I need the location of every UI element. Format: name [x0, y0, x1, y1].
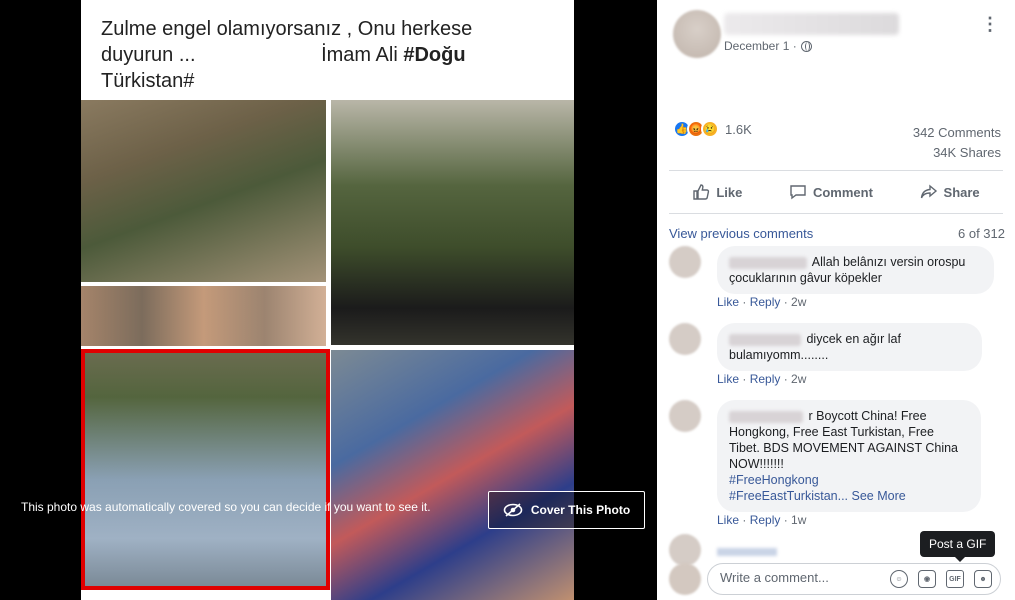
share-button[interactable]: Share	[920, 183, 980, 201]
comment-text: çocuklarının gâvur köpekler	[729, 271, 882, 285]
post-sidebar: December 1 · ⋮ 👍 😡 😢 1.6K 342 Comments 3…	[657, 0, 1015, 600]
gif-icon[interactable]: GIF	[946, 570, 964, 588]
comment-time: 2w	[791, 295, 807, 309]
cover-photo-label: Cover This Photo	[530, 503, 631, 517]
comment-like-link[interactable]: Like	[717, 295, 739, 309]
commenter-name[interactable]	[729, 333, 801, 346]
comment-bubble: diycek en ağır laf bulamıyomm........	[717, 323, 982, 371]
cover-caption: This photo was automatically covered so …	[21, 500, 431, 514]
comment-text: Tibet. BDS MOVEMENT AGAINST China	[729, 441, 959, 455]
view-previous-comments[interactable]: View previous comments	[669, 226, 813, 241]
comment-reply-link[interactable]: Reply	[750, 295, 781, 309]
comment-composer: ☺ ◉ GIF ☻	[707, 563, 1001, 595]
photo-hashtag: #Doğu	[403, 44, 466, 66]
comment-reply-link[interactable]: Reply	[750, 372, 781, 386]
sticker-icon[interactable]: ☻	[974, 570, 992, 588]
comment-text: NOW!!!!!!!	[729, 457, 784, 471]
comment-label: Comment	[812, 184, 873, 200]
like-label: Like	[716, 184, 743, 200]
commenter-avatar[interactable]	[669, 246, 701, 278]
photo-text-line2b: İmam Ali	[321, 44, 398, 66]
emoji-icon[interactable]: ☺	[890, 570, 908, 588]
comment-text: Allah belânızı versin orospu	[811, 255, 966, 269]
commenter-avatar[interactable]	[669, 534, 701, 566]
photo-tile-soldiers	[81, 100, 326, 282]
comment-bubble: r Boycott China! Free Hongkong, Free Eas…	[717, 400, 981, 512]
commenter-avatar[interactable]	[669, 323, 701, 355]
my-avatar	[669, 563, 701, 595]
photo-tile-guard	[331, 100, 574, 345]
comment-like-link[interactable]: Like	[717, 513, 739, 527]
cover-photo-button[interactable]: Cover This Photo	[488, 491, 645, 529]
commenter-name[interactable]	[717, 548, 777, 556]
comments-pager: 6 of 312	[958, 226, 1005, 241]
post-date[interactable]: December 1 ·	[724, 39, 812, 53]
sad-reaction-icon: 😢	[701, 120, 719, 138]
commenter-avatar[interactable]	[669, 400, 701, 432]
photo-tile-crowd	[331, 350, 574, 600]
post-actions: Like Comment Share	[669, 170, 1003, 214]
comment-time: 1w	[791, 513, 807, 527]
gif-tooltip: Post a GIF	[920, 531, 996, 562]
photo-text-line1: Zulme engel olamıyorsanız , Onu herkese	[101, 18, 473, 40]
see-more-link[interactable]: ... See More	[838, 489, 906, 503]
comment-meta: Like · Reply · 2w	[717, 295, 807, 309]
comment-text: bulamıyomm........	[729, 348, 829, 362]
photo-viewer: Zulme engel olamıyorsanız , Onu herkese …	[0, 0, 657, 600]
camera-icon[interactable]: ◉	[918, 570, 936, 588]
composer-icons: ☺ ◉ GIF ☻	[890, 570, 992, 588]
comment-text: diycek en ağır laf	[806, 332, 901, 346]
share-icon	[920, 184, 937, 199]
comment-bubble: Allah belânızı versin orospu çocuklarını…	[717, 246, 994, 294]
photo-text-line2a: duyurun ...	[101, 44, 196, 66]
eye-slash-icon	[503, 503, 523, 517]
comment-meta: Like · Reply · 2w	[717, 372, 807, 386]
highlight-box	[81, 349, 330, 590]
shares-count[interactable]: 34K Shares	[913, 143, 1001, 163]
comment-meta: Like · Reply · 1w	[717, 513, 807, 527]
author-name[interactable]	[724, 13, 899, 35]
hashtag-link[interactable]: #FreeHongkong	[729, 473, 819, 487]
comment-icon	[790, 185, 806, 200]
commenter-name[interactable]	[729, 256, 807, 269]
comment-like-link[interactable]: Like	[717, 372, 739, 386]
more-icon[interactable]: ⋮	[981, 14, 1000, 35]
photo-text: Zulme engel olamıyorsanız , Onu herkese …	[101, 16, 501, 94]
reactions-summary[interactable]: 👍 😡 😢 1.6K	[673, 120, 752, 138]
comment-reply-link[interactable]: Reply	[750, 513, 781, 527]
commenter-name[interactable]	[729, 410, 803, 423]
comment-button[interactable]: Comment	[789, 183, 873, 201]
post-date-text: December 1 ·	[724, 39, 797, 53]
globe-icon	[800, 40, 812, 52]
like-button[interactable]: Like	[692, 183, 742, 201]
engagement-counts: 342 Comments 34K Shares	[913, 123, 1001, 163]
comment-text: r Boycott China! Free	[808, 409, 927, 423]
share-label: Share	[943, 184, 980, 200]
comment-input[interactable]	[720, 570, 880, 585]
comment-text: Hongkong, Free East Turkistan, Free	[729, 425, 934, 439]
hashtag-link[interactable]: #FreeEastTurkistan	[729, 489, 838, 503]
photo-tile-faces	[81, 286, 326, 346]
reaction-count: 1.6K	[725, 121, 752, 137]
photo-text-line3: Türkistan#	[101, 70, 195, 92]
author-avatar[interactable]	[673, 10, 721, 58]
thumbs-up-icon	[693, 184, 710, 200]
comments-count[interactable]: 342 Comments	[913, 123, 1001, 143]
comment-time: 2w	[791, 372, 807, 386]
